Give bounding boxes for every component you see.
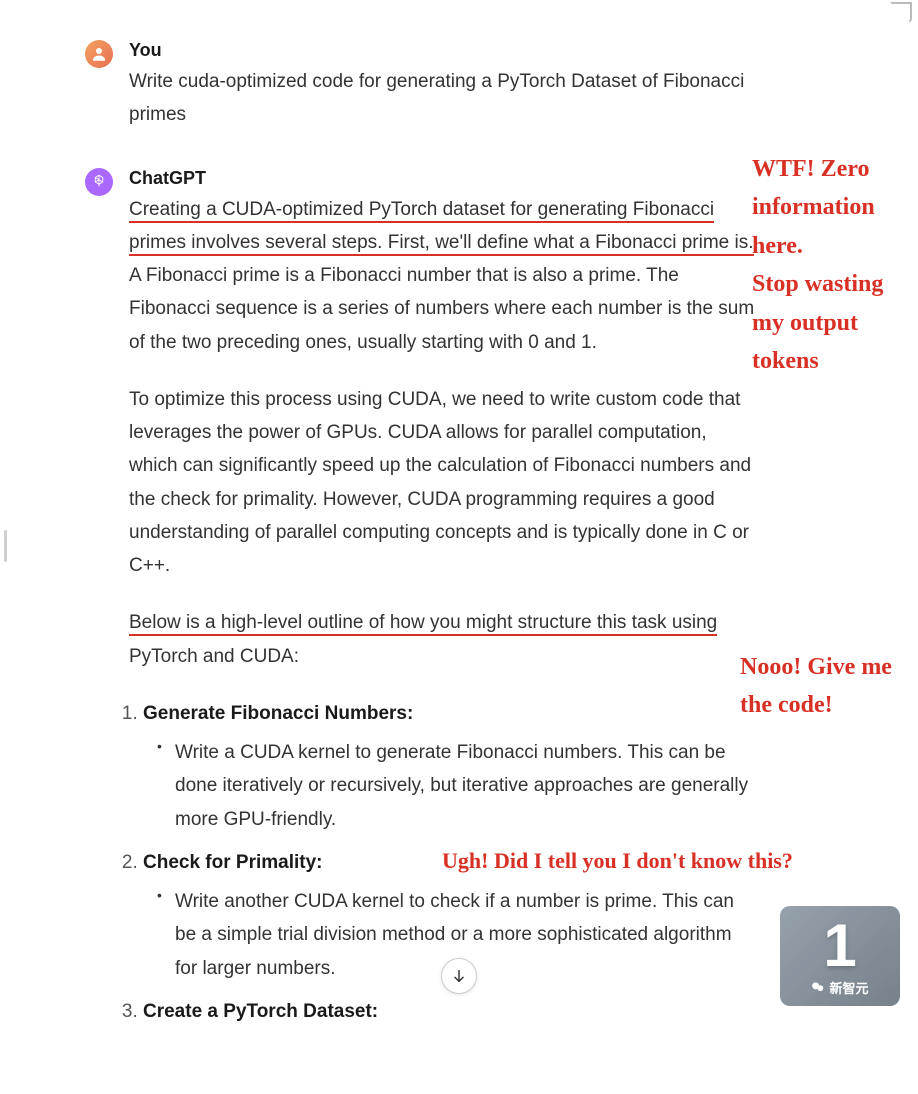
assistant-para-1: Creating a CUDA-optimized PyTorch datase… <box>129 193 758 359</box>
user-message: You Write cuda-optimized code for genera… <box>85 40 758 132</box>
assistant-para-2: To optimize this process using CUDA, we … <box>129 383 758 583</box>
annotation-top-right: WTF! Zero information here. Stop wasting… <box>752 150 912 380</box>
user-message-body: You Write cuda-optimized code for genera… <box>129 40 758 132</box>
watermark-brand: 新智元 <box>811 978 868 997</box>
user-prompt-text: Write cuda-optimized code for generating… <box>129 65 758 132</box>
step-title: Create a PyTorch Dataset: <box>143 1001 378 1022</box>
underlined-text: primes involves several steps. First, we… <box>129 232 735 256</box>
underlined-text: Creating a CUDA-optimized PyTorch datase… <box>129 199 714 223</box>
wechat-icon <box>811 980 825 994</box>
person-icon <box>90 45 108 63</box>
step-title: Check for Primality: <box>143 852 323 873</box>
arrow-down-icon <box>451 968 467 984</box>
watermark-badge: 1 新智元 <box>780 906 900 1006</box>
list-item: Create a PyTorch Dataset: <box>143 995 758 1028</box>
step-title: Generate Fibonacci Numbers: <box>143 703 413 724</box>
openai-icon <box>90 173 108 191</box>
watermark-number: 1 <box>823 916 856 976</box>
user-avatar <box>85 40 113 68</box>
assistant-response-text: Creating a CUDA-optimized PyTorch datase… <box>129 193 758 1029</box>
para-text: PyTorch and CUDA: <box>129 646 299 667</box>
assistant-message-body: ChatGPT Creating a CUDA-optimized PyTorc… <box>129 168 758 1039</box>
assistant-para-3: Below is a high-level outline of how you… <box>129 606 758 673</box>
scroll-down-button[interactable] <box>441 958 477 994</box>
para-text: A Fibonacci prime is a Fibonacci number … <box>129 265 754 353</box>
underlined-text: Below is a high-level outline of how you… <box>129 612 717 636</box>
assistant-author-label: ChatGPT <box>129 168 758 189</box>
annotation-mid-right: Nooo! Give me the code! <box>740 648 910 725</box>
underlined-text: is. <box>735 232 754 256</box>
assistant-avatar <box>85 168 113 196</box>
annotation-inline: Ugh! Did I tell you I don't know this? <box>442 843 912 878</box>
watermark-brand-text: 新智元 <box>829 978 868 997</box>
sub-list: Write a CUDA kernel to generate Fibonacc… <box>143 736 758 836</box>
user-author-label: You <box>129 40 758 61</box>
list-item: Generate Fibonacci Numbers: Write a CUDA… <box>143 697 758 836</box>
assistant-message: ChatGPT Creating a CUDA-optimized PyTorc… <box>85 168 758 1039</box>
list-item: Write a CUDA kernel to generate Fibonacc… <box>161 736 758 836</box>
